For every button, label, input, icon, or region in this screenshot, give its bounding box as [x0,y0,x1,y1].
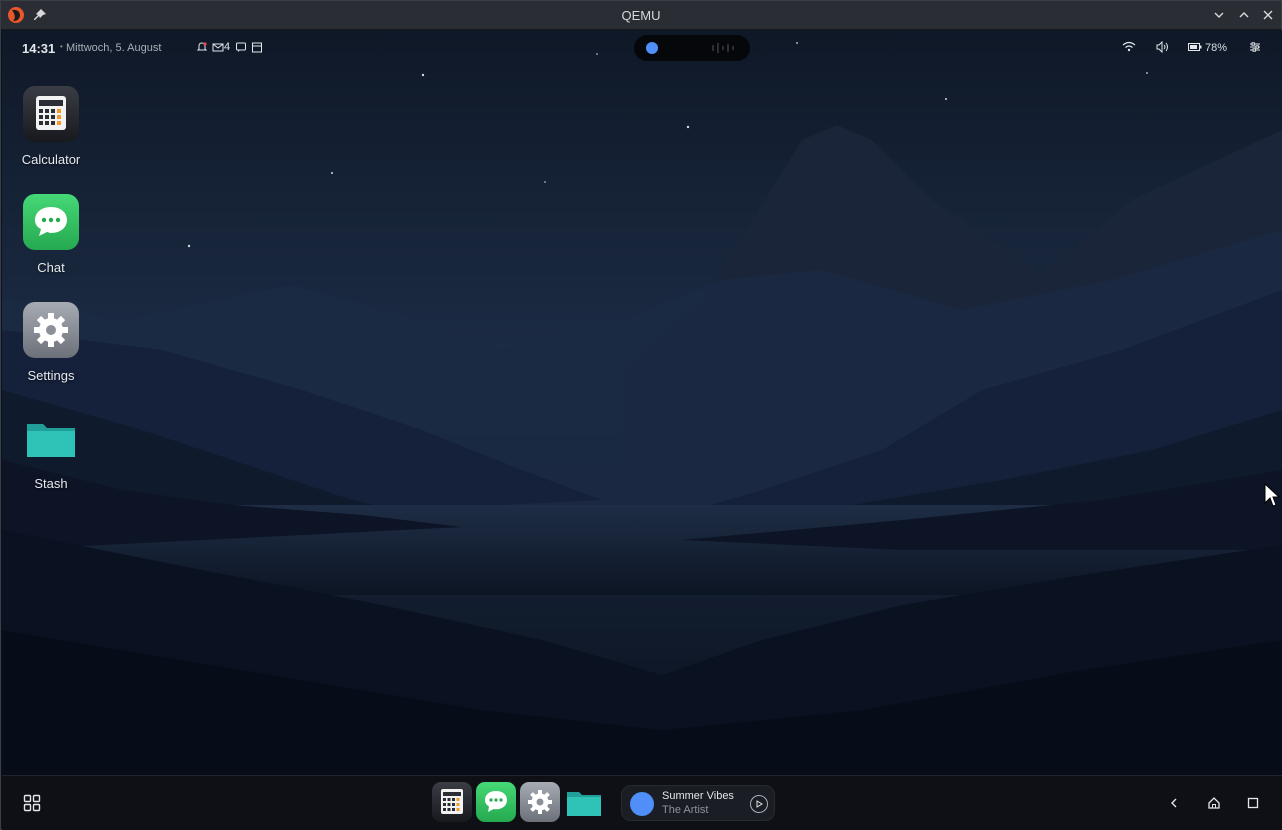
wallpaper-landscape [2,30,1282,775]
dynamic-island[interactable] [634,35,750,61]
desktop-icon-label: Settings [27,368,75,383]
quick-settings-icon[interactable] [1249,40,1261,54]
media-title: Summer Vibes [662,790,734,802]
media-player-widget[interactable]: Summer Vibes The Artist [621,785,775,821]
back-icon[interactable] [1165,794,1183,812]
battery-icon[interactable] [1188,40,1202,54]
app-grid-icon[interactable] [23,794,41,812]
top-status-bar: 14:31 • Mittwoch, 5. August 4 78% [2,30,1282,64]
desktop-icon-chat[interactable]: Chat [2,194,100,275]
bell-alert-icon[interactable] [196,41,208,53]
chat-bubble-icon[interactable] [235,41,247,53]
desktop-icon-settings[interactable]: Settings [2,302,100,383]
mail-count: 4 [224,41,231,53]
maximize-button[interactable] [1235,6,1253,24]
album-art [630,792,654,816]
wifi-icon[interactable] [1122,40,1136,54]
bottom-taskbar: Summer Vibes The Artist [2,775,1282,830]
play-icon[interactable] [750,795,768,813]
settings-gear-icon [23,302,79,358]
volume-icon[interactable] [1155,40,1169,54]
desktop-icon-label: Calculator [21,152,81,167]
desktop-icon-stash[interactable]: Stash [2,410,100,491]
close-button[interactable] [1259,6,1277,24]
clock-time[interactable]: 14:31 [22,41,55,56]
dock-settings-gear-icon[interactable] [520,782,560,822]
recents-icon[interactable] [1244,794,1262,812]
folder-icon [23,410,79,466]
clock-date[interactable]: Mittwoch, 5. August [66,42,161,54]
mail-icon [212,43,224,52]
desktop-icon-label: Stash [34,476,68,491]
calendar-icon[interactable] [251,41,263,53]
close-icon [1263,10,1273,20]
chevron-down-icon [1214,12,1224,18]
guest-screen[interactable]: 14:31 • Mittwoch, 5. August 4 78% Calcul… [2,30,1282,830]
media-artist: The Artist [662,804,709,816]
dock-chat-icon[interactable] [476,782,516,822]
island-activity-dot [646,42,658,54]
desktop-icon-label: Chat [37,260,65,275]
desktop-icon-calculator[interactable]: Calculator [2,86,100,167]
status-separator: • [60,42,63,51]
qemu-window: QEMU 14:31 • Mittwoch, 5. August 4 78% C… [0,0,1282,830]
window-title: QEMU [621,8,661,23]
home-icon[interactable] [1205,794,1223,812]
minimize-button[interactable] [1210,6,1228,24]
calculator-icon [23,86,79,142]
battery-percent: 78% [1205,42,1228,54]
mail-notification[interactable]: 4 [212,41,230,53]
audio-waveform-icon [712,43,734,53]
chevron-up-icon [1239,12,1249,18]
dock-folder-icon[interactable] [564,782,604,822]
chat-icon [23,194,79,250]
dock-calculator-icon[interactable] [432,782,472,822]
window-titlebar[interactable]: QEMU [1,1,1281,30]
mouse-cursor-icon [1264,483,1280,507]
